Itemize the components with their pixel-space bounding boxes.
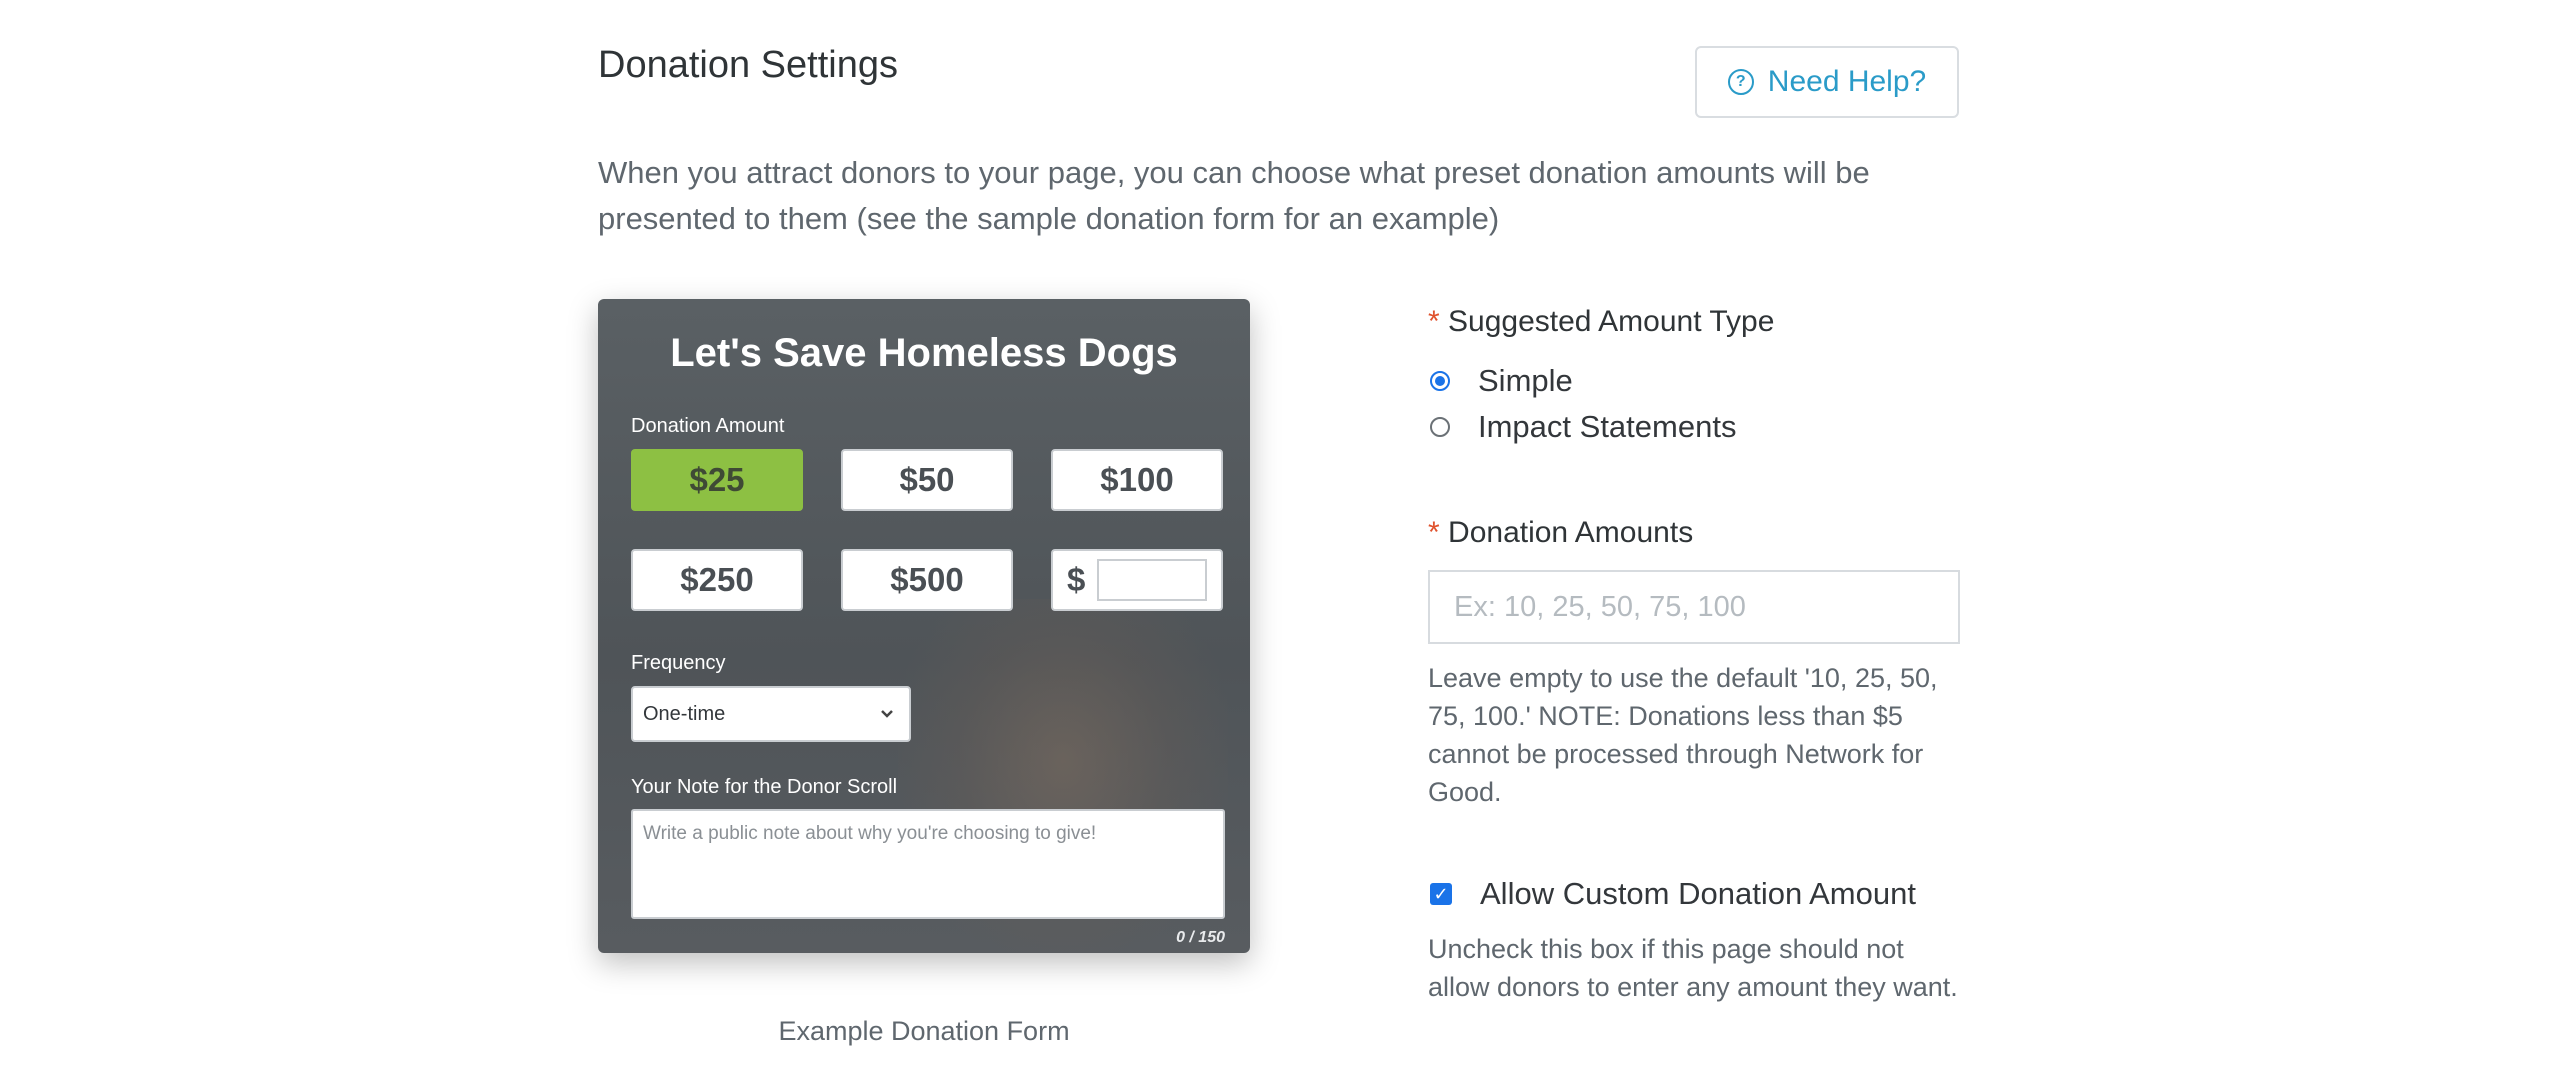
radio-option-simple[interactable]: Simple — [1430, 363, 1573, 399]
donation-amount-label: Donation Amount — [631, 415, 785, 437]
amount-option-500[interactable]: $500 — [841, 549, 1013, 611]
form-title: Let's Save Homeless Dogs — [670, 331, 1178, 375]
frequency-label: Frequency — [631, 652, 726, 674]
required-marker: * — [1428, 305, 1440, 338]
chevron-down-icon — [881, 710, 893, 718]
radio-impact-statements-label: Impact Statements — [1478, 409, 1737, 444]
question-circle-icon: ? — [1727, 69, 1754, 95]
example-donation-form: Let's Save Homeless Dogs Donation Amount… — [598, 299, 1250, 953]
radio-impact-statements[interactable] — [1430, 417, 1450, 437]
page-title: Donation Settings — [598, 44, 898, 86]
custom-amount-field[interactable]: $ — [1051, 549, 1223, 611]
dollar-sign: $ — [1067, 561, 1086, 598]
frequency-value: One-time — [643, 702, 726, 725]
donation-amounts-label: * Donation Amounts — [1428, 516, 1694, 549]
radio-simple[interactable] — [1430, 371, 1450, 391]
allow-custom-amount-row[interactable]: ✓ Allow Custom Donation Amount — [1430, 876, 1916, 912]
donation-amounts-input[interactable]: Ex: 10, 25, 50, 75, 100 — [1428, 570, 1960, 644]
allow-custom-amount-label: Allow Custom Donation Amount — [1480, 876, 1916, 911]
amount-type-label: * Suggested Amount Type — [1428, 305, 1775, 338]
radio-simple-label: Simple — [1478, 363, 1573, 398]
donation-amounts-help: Leave empty to use the default '10, 25, … — [1428, 663, 1938, 807]
intro-text: When you attract donors to your page, yo… — [598, 155, 1870, 236]
example-form-caption: Example Donation Form — [778, 1016, 1070, 1046]
donor-note-label: Your Note for the Donor Scroll — [631, 776, 898, 798]
amount-option-25[interactable]: $25 — [631, 449, 803, 511]
note-character-counter: 0 / 150 — [1176, 929, 1225, 946]
radio-option-impact-statements[interactable]: Impact Statements — [1430, 409, 1736, 445]
amount-option-100[interactable]: $100 — [1051, 449, 1223, 511]
amount-option-50[interactable]: $50 — [841, 449, 1013, 511]
amount-option-250[interactable]: $250 — [631, 549, 803, 611]
need-help-button[interactable]: ? Need Help? — [1695, 46, 1959, 118]
donation-amounts-placeholder: Ex: 10, 25, 50, 75, 100 — [1454, 590, 1746, 623]
required-marker: * — [1428, 516, 1440, 549]
donor-note-placeholder: Write a public note about why you're cho… — [643, 823, 1097, 844]
allow-custom-amount-checkbox[interactable]: ✓ — [1430, 883, 1452, 905]
custom-amount-input[interactable] — [1097, 559, 1208, 601]
allow-custom-amount-help: Uncheck this box if this page should not… — [1428, 934, 1958, 1002]
donor-note-textarea[interactable]: Write a public note about why you're cho… — [631, 809, 1225, 919]
need-help-label: Need Help? — [1767, 65, 1927, 98]
frequency-select[interactable]: One-time — [631, 686, 911, 742]
